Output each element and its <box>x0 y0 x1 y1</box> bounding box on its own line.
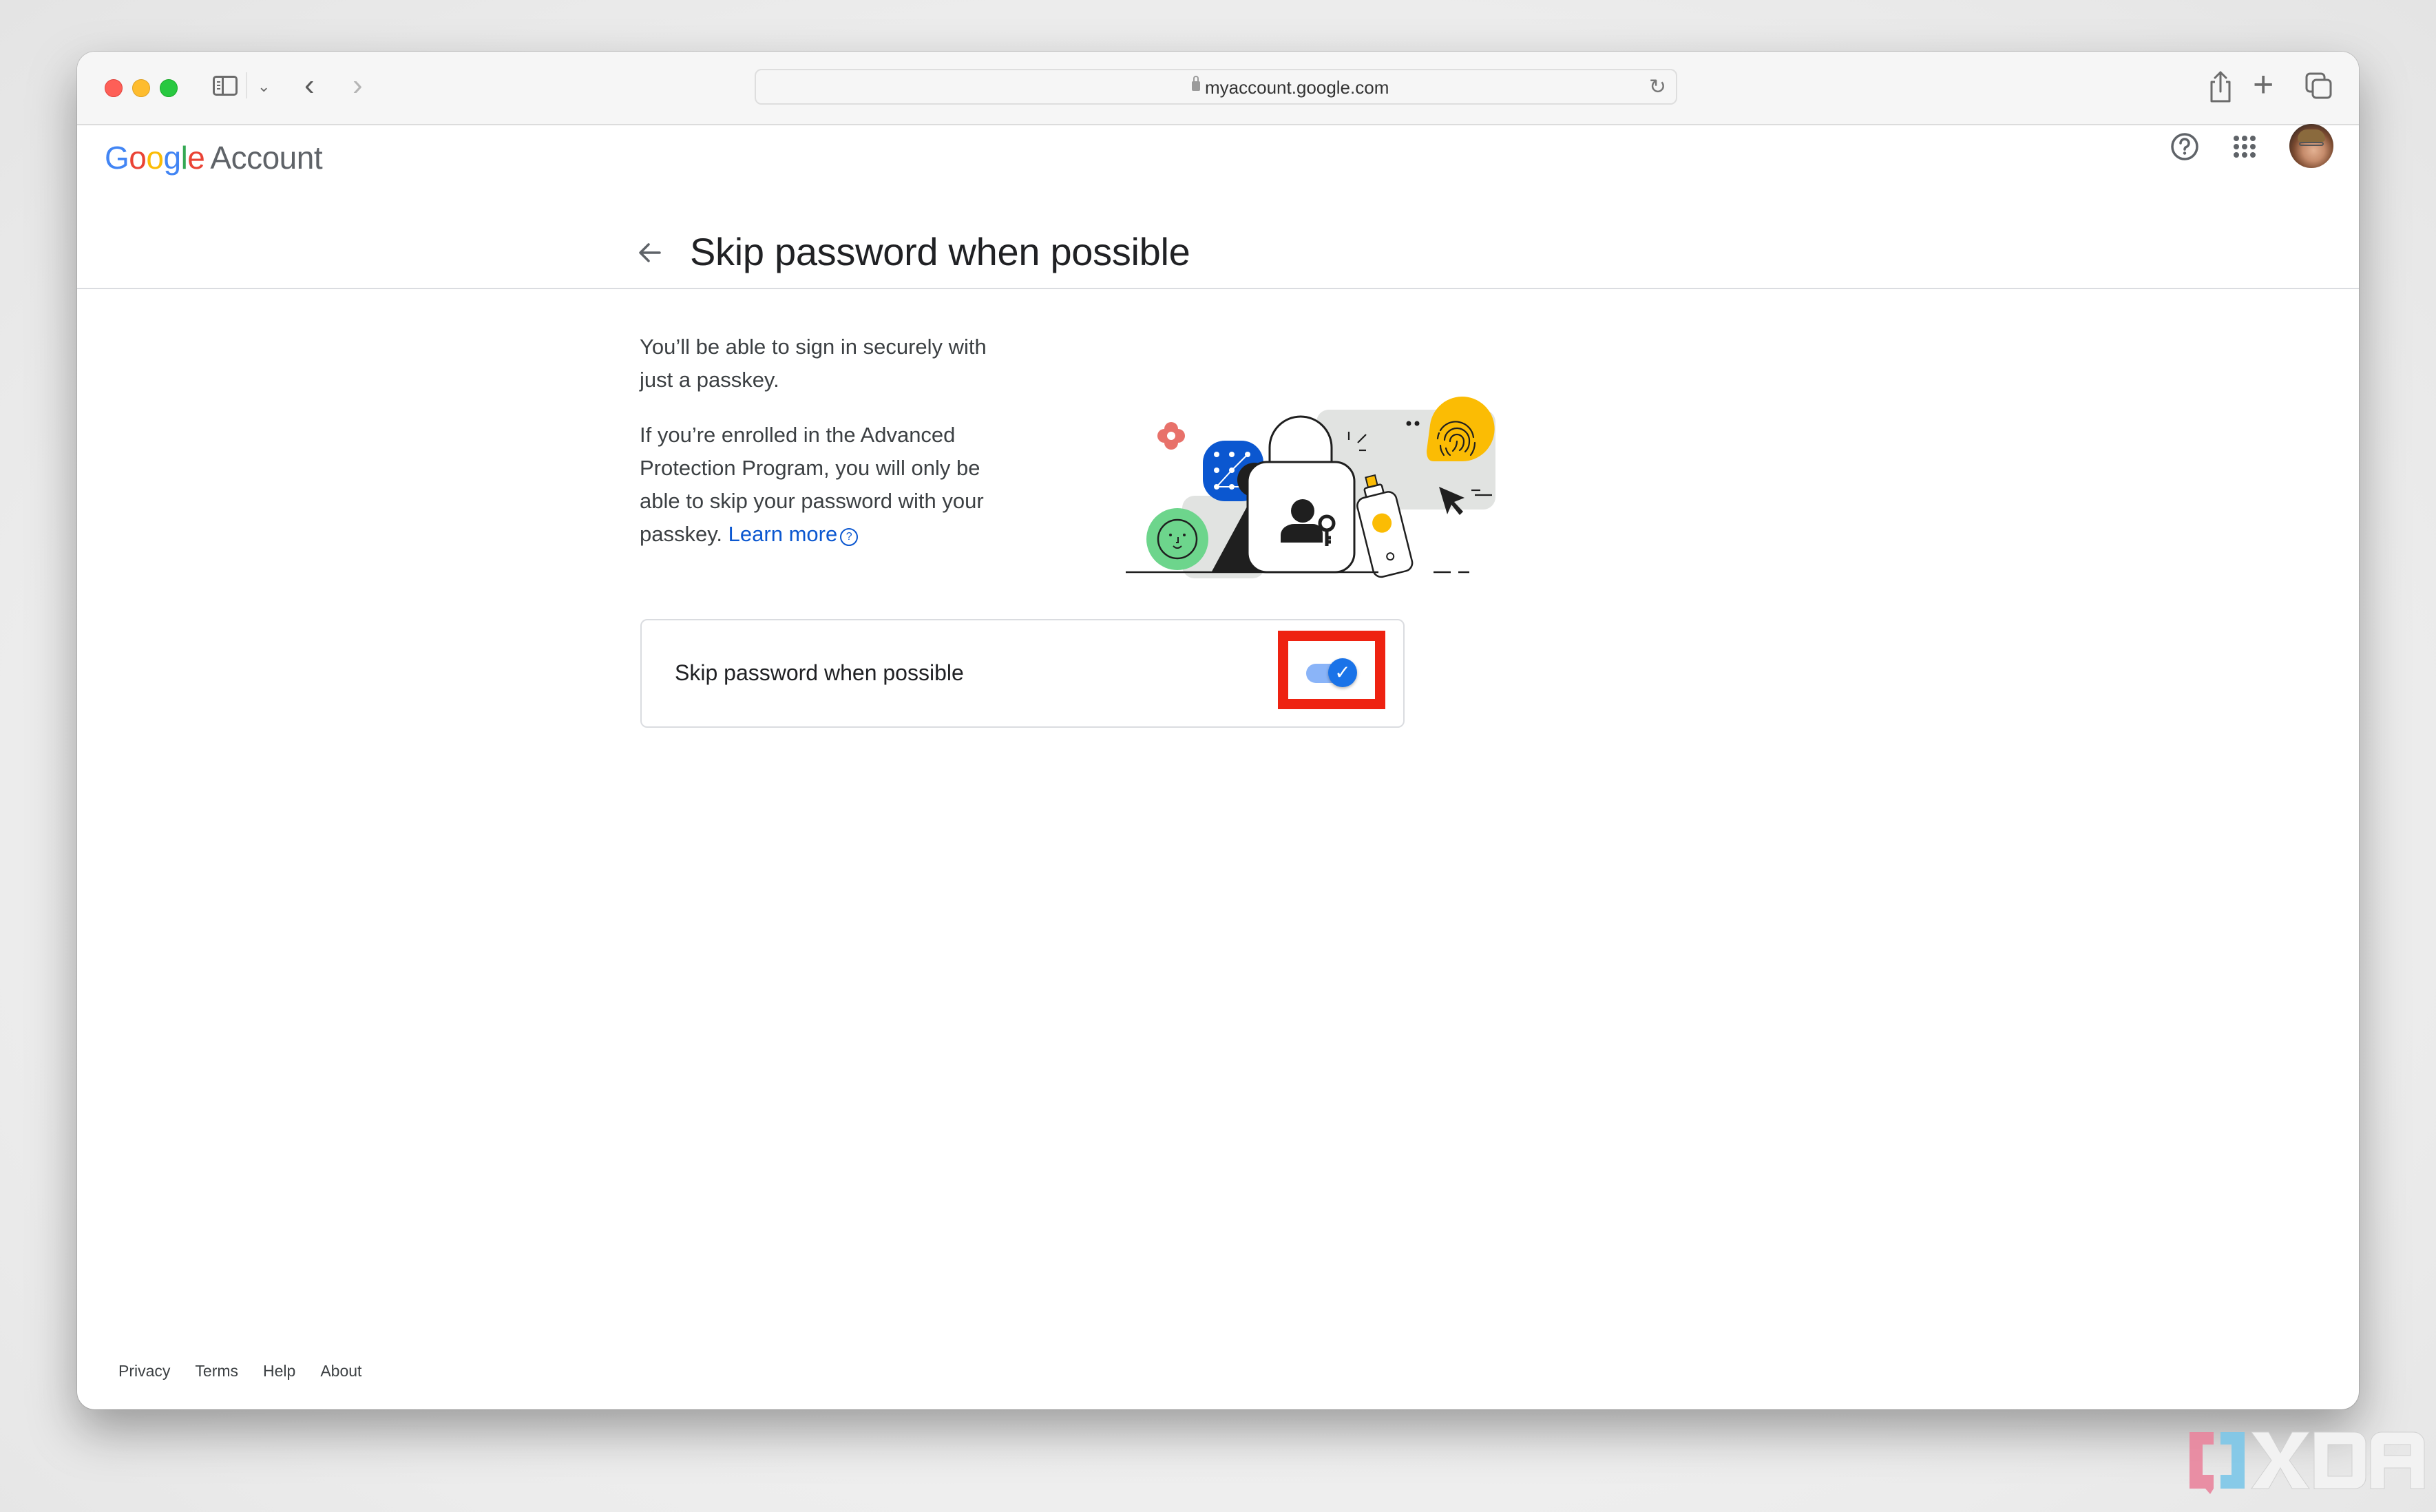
logo-letter: l <box>180 140 188 176</box>
xda-watermark-logo <box>2190 1431 2425 1494</box>
browser-window: ⌄ ‹ › myaccount.google.com ↻ + Google Acc… <box>77 52 2359 1409</box>
skip-password-toggle[interactable]: ✓ <box>1306 658 1358 690</box>
share-icon[interactable] <box>2203 70 2238 104</box>
logo-letter: G <box>105 140 129 176</box>
google-account-logo[interactable]: Google Account <box>105 139 323 176</box>
footer-link-terms[interactable]: Terms <box>195 1362 238 1380</box>
logo-letter: o <box>129 140 147 176</box>
logo-product-name: Account <box>210 140 323 176</box>
footer-link-privacy[interactable]: Privacy <box>118 1362 170 1380</box>
tab-overview-icon[interactable] <box>2305 72 2333 100</box>
help-circle-icon: ? <box>840 528 859 546</box>
page-title: Skip password when possible <box>690 230 1190 273</box>
logo-letter: e <box>187 140 205 176</box>
browser-toolbar: ⌄ ‹ › myaccount.google.com ↻ + <box>77 52 2359 125</box>
url-text: myaccount.google.com <box>1205 77 1389 98</box>
description-paragraph: If you’re enrolled in the Advanced Prote… <box>640 419 1025 551</box>
logo-letter: o <box>146 140 164 176</box>
arrow-left-icon[interactable] <box>636 239 664 266</box>
new-tab-icon[interactable]: + <box>2253 64 2274 105</box>
google-header: Google Account <box>77 125 2359 187</box>
description: You’ll be able to sign in securely with … <box>640 330 1025 573</box>
close-window-button[interactable] <box>105 79 123 97</box>
reload-icon[interactable]: ↻ <box>1649 75 1666 99</box>
apps-grid-icon[interactable] <box>2232 134 2257 159</box>
footer-link-about[interactable]: About <box>320 1362 361 1380</box>
description-paragraph: You’ll be able to sign in securely with … <box>640 335 987 392</box>
learn-more-label: Learn more <box>728 522 838 546</box>
chevron-down-icon[interactable]: ⌄ <box>258 78 270 96</box>
setting-label: Skip password when possible <box>675 660 964 685</box>
minimize-window-button[interactable] <box>132 79 150 97</box>
check-icon: ✓ <box>1328 658 1357 687</box>
back-button[interactable]: ‹ <box>304 68 315 103</box>
learn-more-link[interactable]: Learn more? <box>728 522 859 546</box>
illustration-face-unlock <box>1146 508 1208 570</box>
zoom-window-button[interactable] <box>160 79 178 97</box>
forward-button[interactable]: › <box>353 68 363 103</box>
help-icon[interactable] <box>2170 132 2199 161</box>
logo-letter: g <box>163 140 181 176</box>
lock-icon <box>1192 76 1200 91</box>
account-avatar[interactable] <box>2289 124 2333 168</box>
address-bar[interactable]: myaccount.google.com ↻ <box>755 69 1677 105</box>
toolbar-divider <box>246 72 247 98</box>
page-header: Skip password when possible <box>77 224 2359 289</box>
footer-link-help[interactable]: Help <box>263 1362 295 1380</box>
passkey-security-illustration <box>1126 397 1495 578</box>
footer: Privacy Terms Help About <box>118 1362 386 1380</box>
sidebar-icon[interactable] <box>213 76 238 96</box>
skip-password-setting-card: Skip password when possible ✓ <box>640 619 1405 728</box>
